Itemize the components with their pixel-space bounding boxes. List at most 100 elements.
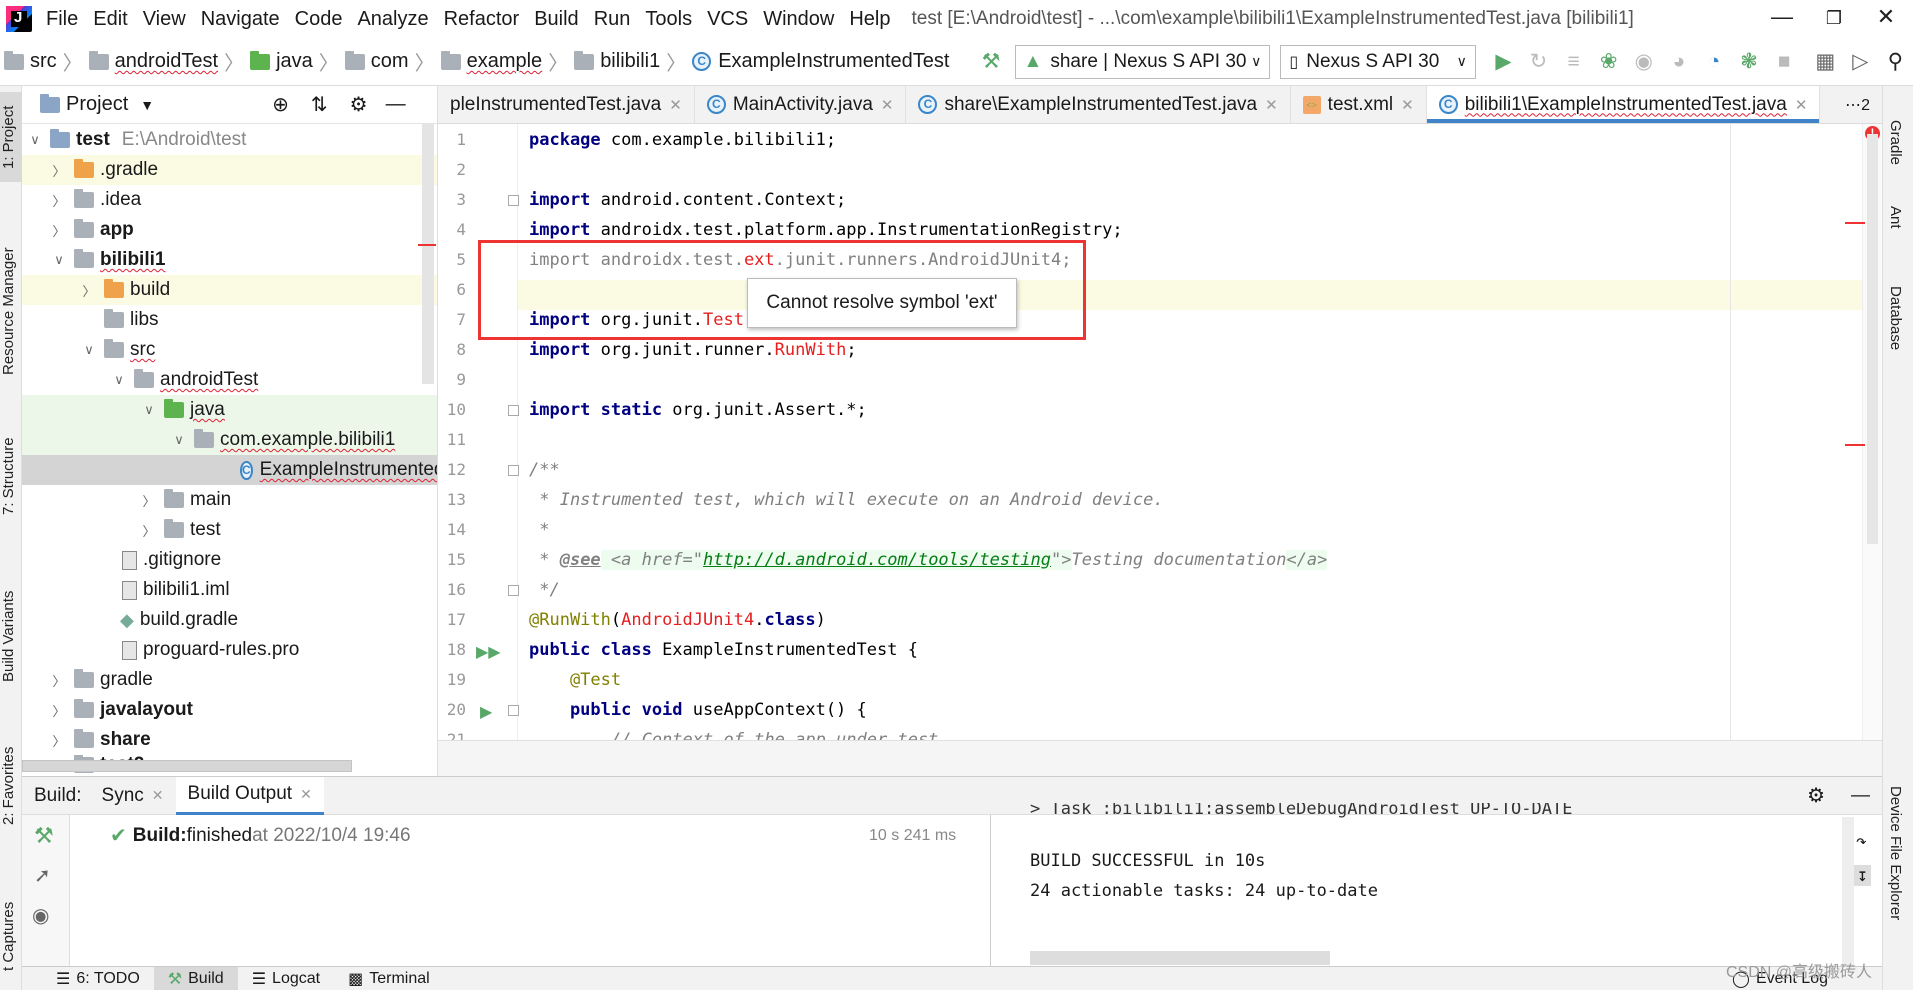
tree-item-package[interactable]: ∨ com.example.bilibili1 <box>22 425 437 455</box>
close-tab-icon[interactable]: ✕ <box>881 96 894 114</box>
menu-vcs[interactable]: VCS <box>707 8 748 31</box>
menu-file[interactable]: File <box>46 8 78 31</box>
breadcrumb-exampleinstrumentedtest[interactable]: C ExampleInstrumentedTest <box>692 50 949 73</box>
menu-window[interactable]: Window <box>763 8 834 31</box>
hammer-icon[interactable]: ⚒ <box>973 49 1008 74</box>
tool-tab-device-file-explorer[interactable]: Device File Explorer <box>1887 786 1904 920</box>
scroll-to-end-icon[interactable]: ↧ <box>1854 865 1871 886</box>
soft-wrap-icon[interactable]: ↷ <box>1856 831 1867 852</box>
locate-file-icon[interactable]: ⊕ <box>272 92 289 117</box>
minimize-icon[interactable]: — <box>1762 4 1802 30</box>
tool-tab-captures[interactable]: t Captures <box>0 886 22 986</box>
profiler-gauge-icon[interactable]: ◔ <box>1696 50 1731 74</box>
bottom-tab-todo[interactable]: ☰ 6: TODO <box>42 967 154 990</box>
apply-changes-icon[interactable]: ≡ <box>1556 50 1591 74</box>
run-test-method-icon[interactable]: ▶ <box>480 702 492 722</box>
profile-icon[interactable]: ◕ <box>1661 50 1696 74</box>
tree-item-test[interactable]: 〉 test <box>22 515 437 545</box>
tree-item-idea[interactable]: 〉 .idea <box>22 185 437 215</box>
tool-tab-gradle[interactable]: Gradle <box>1887 120 1904 165</box>
breadcrumb-java[interactable]: java <box>250 50 313 73</box>
fold-icon[interactable] <box>508 465 519 476</box>
rerun-icon[interactable]: ↻ <box>1521 49 1556 74</box>
breadcrumb-com[interactable]: com <box>344 50 409 73</box>
close-tab-icon[interactable]: ✕ <box>1265 96 1278 114</box>
breadcrumb-bilibili1[interactable]: bilibili1 <box>574 50 660 73</box>
hammer-icon[interactable]: ⚒ <box>34 823 54 849</box>
menu-build[interactable]: Build <box>534 8 578 31</box>
breadcrumb-example[interactable]: example <box>440 50 542 73</box>
device-select[interactable]: ▯ Nexus S API 30 ∨ <box>1280 44 1476 79</box>
tree-item-gitignore[interactable]: .gitignore <box>22 545 437 575</box>
tree-item-app[interactable]: 〉 app <box>22 215 437 245</box>
tree-item-bilibili1[interactable]: ∨ bilibili1 <box>22 245 437 275</box>
coverage-icon[interactable]: ◉ <box>1626 49 1661 74</box>
project-vertical-scrollbar[interactable] <box>422 124 434 384</box>
tree-item-share[interactable]: 〉 share <box>22 725 437 755</box>
attach-debugger-icon[interactable]: ❃ <box>1732 49 1767 74</box>
eye-icon[interactable]: ◉ <box>32 903 49 928</box>
bottom-tab-terminal[interactable]: ▩ Terminal <box>334 967 444 990</box>
breadcrumb-androidtest[interactable]: androidTest <box>88 50 218 73</box>
build-console[interactable]: > Task :bilibili1:assembleDebugAndroidTe… <box>992 803 1872 967</box>
build-tab-build-output[interactable]: Build Output ✕ <box>175 776 324 815</box>
hide-panel-icon[interactable]: — <box>386 93 406 116</box>
console-horizontal-scrollbar[interactable] <box>1030 951 1330 965</box>
editor-vertical-scrollbar[interactable] <box>1867 134 1878 544</box>
tree-item-gradle-dir[interactable]: 〉 .gradle <box>22 155 437 185</box>
chevron-right-icon[interactable]: 〉 <box>50 221 68 240</box>
editor-horizontal-scrollbar[interactable] <box>438 740 1882 776</box>
code-editor[interactable]: 1 2 3 4 5 6 7 8 9 10 11 12 13 14 15 16 1… <box>438 124 1882 740</box>
chevron-right-icon[interactable]: 〉 <box>140 521 158 540</box>
menu-help[interactable]: Help <box>849 8 890 31</box>
menu-edit[interactable]: Edit <box>93 8 127 31</box>
editor-tab-bilibili1-exampleinstrumentedtest[interactable]: C bilibili1\ExampleInstrumentedTest.java… <box>1426 86 1821 123</box>
close-tab-icon[interactable]: ✕ <box>1795 96 1808 114</box>
tool-tab-database[interactable]: Database <box>1887 286 1904 350</box>
tree-item-test-root[interactable]: ∨ test E:\Android\test <box>22 125 437 155</box>
tree-item-androidtest[interactable]: ∨ androidTest <box>22 365 437 395</box>
chevron-right-icon[interactable]: 〉 <box>50 701 68 720</box>
chevron-down-icon[interactable]: ∨ <box>110 372 128 388</box>
bottom-tab-logcat[interactable]: ☰ Logcat <box>238 967 334 990</box>
tool-tab-favorites[interactable]: 2: Favorites <box>0 736 22 836</box>
tool-tab-resource-manager[interactable]: Resource Manager <box>0 226 22 396</box>
tree-item-javalayout[interactable]: 〉 javalayout <box>22 695 437 725</box>
menu-view[interactable]: View <box>143 8 186 31</box>
menu-tools[interactable]: Tools <box>645 8 692 31</box>
menu-run[interactable]: Run <box>594 8 631 31</box>
chevron-right-icon[interactable]: 〉 <box>80 281 98 300</box>
menu-analyze[interactable]: Analyze <box>357 8 428 31</box>
tree-item-main[interactable]: 〉 main <box>22 485 437 515</box>
chevron-down-icon[interactable]: ∨ <box>140 402 158 418</box>
pin-icon[interactable]: ➚ <box>34 863 51 888</box>
breadcrumb-src[interactable]: src <box>4 50 57 73</box>
menu-navigate[interactable]: Navigate <box>201 8 280 31</box>
fold-icon[interactable] <box>508 405 519 416</box>
gear-icon[interactable]: ⚙ <box>350 92 368 117</box>
tool-tab-ant[interactable]: Ant <box>1887 206 1904 229</box>
chevron-right-icon[interactable]: 〉 <box>50 191 68 210</box>
fold-icon[interactable] <box>508 585 519 596</box>
collapse-all-icon[interactable]: ⇅ <box>311 92 328 117</box>
stop-icon[interactable]: ■ <box>1767 50 1802 74</box>
run-configuration-select[interactable]: ▲ share | Nexus S API 30 ∨ <box>1014 44 1271 79</box>
close-tab-icon[interactable]: ✕ <box>300 786 312 803</box>
hide-panel-icon[interactable]: — <box>1851 785 1870 807</box>
tree-item-build[interactable]: 〉 build <box>22 275 437 305</box>
editor-tab-test-xml[interactable]: <> test.xml ✕ <box>1291 86 1427 123</box>
chevron-down-icon[interactable]: ▼ <box>140 97 154 113</box>
editor-tab-mainactivity[interactable]: C MainActivity.java ✕ <box>695 86 907 123</box>
menu-code[interactable]: Code <box>295 8 343 31</box>
chevron-down-icon[interactable]: ∨ <box>50 252 68 268</box>
tree-item-src[interactable]: ∨ src <box>22 335 437 365</box>
console-vertical-scrollbar[interactable] <box>1842 817 1854 967</box>
chevron-right-icon[interactable]: 〉 <box>50 671 68 690</box>
restore-icon[interactable]: ❐ <box>1814 8 1854 29</box>
tree-item-exampleinstrumentedtest[interactable]: C ExampleInstrumentedTest <box>22 455 437 485</box>
close-icon[interactable]: ✕ <box>1866 4 1906 30</box>
error-marker[interactable] <box>1845 222 1865 224</box>
chevron-right-icon[interactable]: 〉 <box>50 731 68 750</box>
build-tab-sync[interactable]: Sync ✕ <box>90 777 176 815</box>
chevron-down-icon[interactable]: ∨ <box>26 132 44 148</box>
